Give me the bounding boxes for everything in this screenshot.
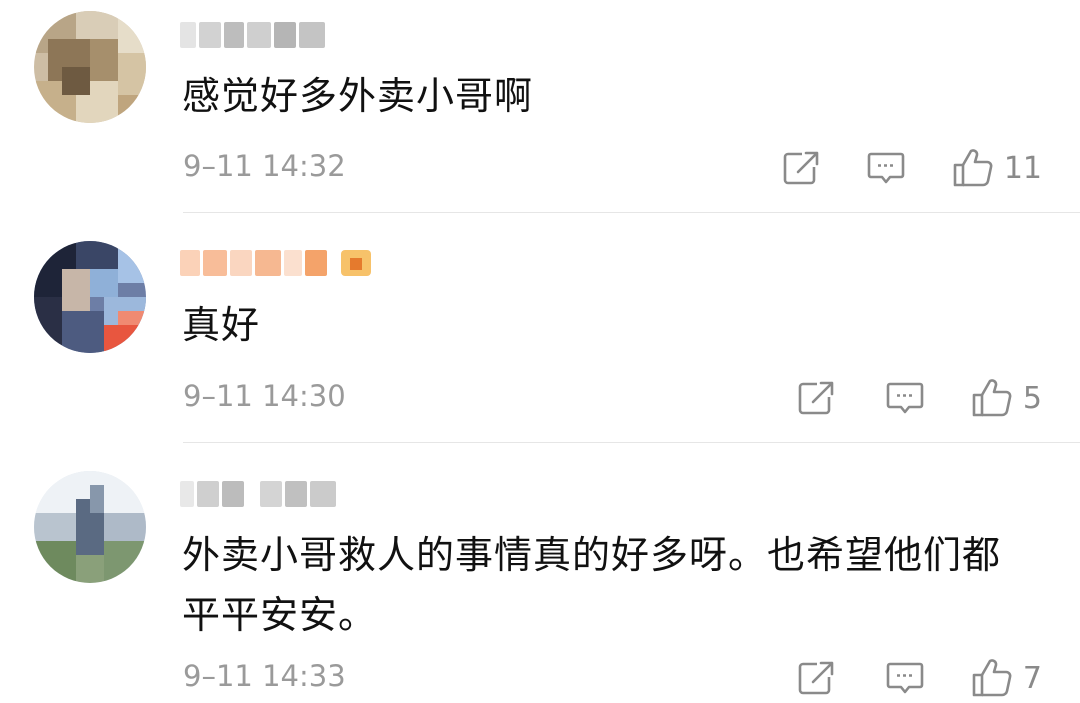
share-button[interactable] [782, 149, 820, 187]
comment-text: 真好 [182, 303, 261, 347]
thumbs-up-icon [972, 659, 1012, 697]
share-icon [783, 151, 819, 185]
comment-icon [886, 662, 924, 694]
like-button[interactable]: 5 [971, 378, 1042, 418]
comment-actions: 5 [797, 376, 1042, 420]
like-count: 7 [1022, 660, 1042, 696]
share-icon [798, 661, 834, 695]
comment-item: 外卖小哥救人的事情真的好多呀。也希望他们都平平安安。 9–11 14:33 7 [0, 443, 1080, 703]
username[interactable] [180, 20, 328, 50]
comment-feed: 感觉好多外卖小哥啊 9–11 14:32 11 真好 9–11 14:30 5 … [0, 0, 1080, 703]
username[interactable] [180, 479, 339, 509]
comment-icon [886, 382, 924, 414]
comment-actions: 7 [797, 656, 1042, 700]
reply-button[interactable] [866, 149, 906, 187]
avatar[interactable] [34, 241, 146, 353]
like-count: 5 [1022, 380, 1042, 416]
like-count: 11 [1003, 150, 1042, 186]
avatar[interactable] [34, 11, 146, 123]
reply-button[interactable] [885, 379, 925, 417]
reply-button[interactable] [885, 659, 925, 697]
thumbs-up-icon [972, 379, 1012, 417]
avatar[interactable] [34, 471, 146, 583]
comment-actions: 11 [782, 146, 1042, 190]
avatar-image [34, 241, 146, 353]
comment-text: 感觉好多外卖小哥啊 [182, 74, 534, 118]
comment-item: 真好 9–11 14:30 5 [0, 213, 1080, 443]
comment-item: 感觉好多外卖小哥啊 9–11 14:32 11 [0, 0, 1080, 213]
avatar-image [34, 11, 146, 123]
comment-text: 外卖小哥救人的事情真的好多呀。也希望他们都平平安安。 [182, 533, 1002, 637]
timestamp: 9–11 14:33 [183, 659, 346, 693]
comment-icon [867, 152, 905, 184]
share-icon [798, 381, 834, 415]
share-button[interactable] [797, 379, 835, 417]
timestamp: 9–11 14:30 [183, 379, 346, 413]
share-button[interactable] [797, 659, 835, 697]
like-button[interactable]: 7 [971, 658, 1042, 698]
avatar-image [34, 471, 146, 583]
username[interactable] [180, 248, 374, 278]
thumbs-up-icon [953, 149, 993, 187]
like-button[interactable]: 11 [952, 148, 1042, 188]
timestamp: 9–11 14:32 [183, 149, 346, 183]
